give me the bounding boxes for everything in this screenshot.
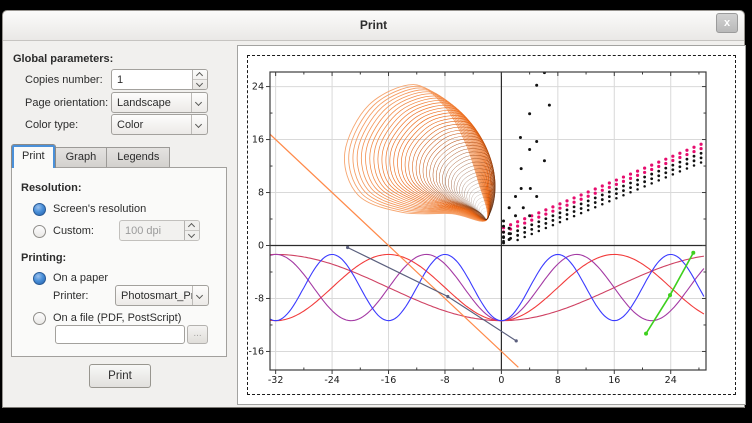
combo-arrow[interactable] [192,286,208,305]
axes-box [270,72,706,370]
plot-svg: -32 -24 -16 -8 0 8 16 24 -16 -8 0 8 16 24 [248,56,735,394]
svg-text:24: 24 [665,375,677,386]
svg-text:16: 16 [252,135,264,146]
screen-resolution-radio[interactable] [33,203,46,216]
plot-preview: -32 -24 -16 -8 0 8 16 24 -16 -8 0 8 16 24 [248,56,735,394]
print-button[interactable]: Print [89,364,151,388]
combo-arrow[interactable] [191,115,207,134]
zero-axes [270,72,706,370]
custom-dpi-spinner[interactable]: 100 dpi [119,220,200,241]
preview-panel: -32 -24 -16 -8 0 8 16 24 -16 -8 0 8 16 24 [237,45,746,405]
chevron-down-icon [196,292,203,299]
custom-resolution-radio[interactable] [33,225,46,238]
page-outline: -32 -24 -16 -8 0 8 16 24 -16 -8 0 8 16 24 [247,55,736,395]
tab-bar: Print Graph Legends [11,144,169,168]
spin-up-button[interactable] [193,70,207,79]
browse-button[interactable]: ... [187,325,208,344]
chevron-down-icon [188,231,195,238]
color-type-combo[interactable]: Color [111,114,208,135]
spin-down-button[interactable] [193,79,207,89]
on-file-radio[interactable] [33,312,46,325]
orange-fan-curves [344,85,514,222]
print-dialog: Print x Global parameters: Copies number… [2,10,745,408]
on-file-label: On a file (PDF, PostScript) [53,312,181,324]
svg-text:16: 16 [608,375,620,386]
svg-text:-8: -8 [255,293,264,304]
window-title: Print [3,11,744,40]
svg-text:0: 0 [258,241,264,252]
titlebar[interactable]: Print x [3,11,744,41]
sine-curves [270,254,704,320]
svg-text:-16: -16 [381,375,397,386]
svg-text:-32: -32 [268,375,284,386]
screenshot-root: Print x Global parameters: Copies number… [0,0,752,423]
on-paper-radio[interactable] [33,272,46,285]
spin-up-button[interactable] [185,221,199,230]
chevron-up-icon [196,72,203,79]
dpi-spin-buttons[interactable] [184,221,199,240]
sine-blue [270,254,704,320]
global-parameters-heading: Global parameters: [13,53,113,65]
svg-text:-24: -24 [324,375,340,386]
color-type-value: Color [112,119,191,131]
plot-content [270,68,704,368]
tab-graph[interactable]: Graph [55,147,108,168]
copies-spin-buttons[interactable] [192,70,207,89]
spin-down-button[interactable] [185,230,199,240]
svg-text:-8: -8 [440,375,449,386]
copies-spinner[interactable]: 1 [111,69,208,90]
orientation-combo[interactable]: Landscape [111,92,208,113]
orientation-value: Landscape [112,97,191,109]
custom-dpi-value: 100 dpi [120,225,184,237]
custom-label: Custom: [53,225,94,237]
svg-text:-16: -16 [248,346,264,357]
color-type-label: Color type: [25,119,78,131]
svg-text:8: 8 [555,375,561,386]
on-paper-label: On a paper [53,272,108,284]
slate-segment [346,246,518,343]
resolution-heading: Resolution: [21,182,82,194]
chevron-down-icon [195,99,202,106]
printer-label: Printer: [53,290,88,302]
printer-value: Photosmart_Prem_C [116,290,192,302]
tab-legends[interactable]: Legends [106,147,170,168]
scatter-column [502,68,551,245]
combo-arrow[interactable] [191,93,207,112]
printer-combo[interactable]: Photosmart_Prem_C [115,285,209,306]
chevron-down-icon [195,121,202,128]
orientation-label: Page orientation: [25,97,108,109]
tab-print[interactable]: Print [11,144,56,168]
svg-text:24: 24 [252,82,264,93]
file-path-field[interactable] [55,325,185,344]
svg-text:0: 0 [498,375,504,386]
plot-grid [270,72,706,370]
green-segment [644,251,695,336]
screen-resolution-label: Screen's resolution [53,203,146,215]
chevron-up-icon [188,223,195,230]
svg-text:8: 8 [258,188,264,199]
printing-heading: Printing: [21,252,66,264]
close-button[interactable]: x [716,13,738,33]
copies-value: 1 [112,74,192,86]
copies-label: Copies number: [25,74,103,86]
chevron-down-icon [196,80,203,87]
